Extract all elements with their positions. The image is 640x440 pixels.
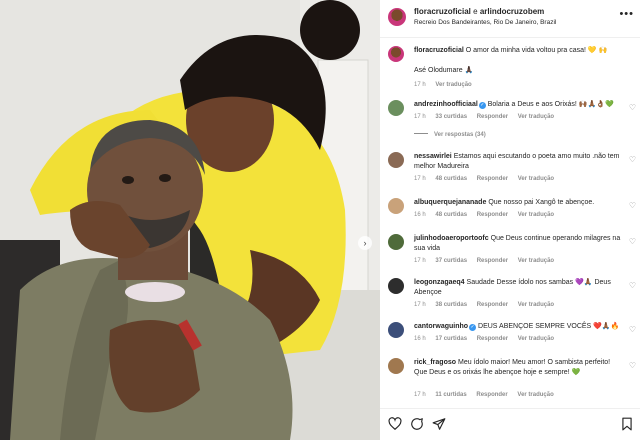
caption-line2: Asé Olodumare 🙏🏿 [414,67,474,74]
translate-button[interactable]: Ver tradução [518,176,554,182]
view-replies-label: Ver respostas (34) [434,132,486,138]
comment-text: julinhodoaeroportoofc Que Deus continue … [414,234,622,254]
translate-button[interactable]: Ver tradução [518,114,554,120]
reply-button[interactable]: Responder [477,258,508,264]
commenter-avatar[interactable] [388,278,404,294]
comment-like-heart-icon[interactable]: ♡ [629,362,636,370]
replies-divider [414,133,428,134]
reply-button[interactable]: Responder [477,114,508,120]
author-joiner: e [470,7,480,16]
reply-button[interactable]: Responder [476,392,507,398]
translate-button[interactable]: Ver tradução [517,392,553,398]
post-sidebar: floracruzoficial e arlindocruzobem Recre… [380,0,640,440]
comment-likes[interactable]: 11 curtidas [435,392,466,398]
author-names: floracruzoficial e arlindocruzobem [414,7,544,16]
comment-time: 17 h [414,114,426,120]
comment-like-heart-icon[interactable]: ♡ [629,156,636,164]
bookmark-icon[interactable] [620,417,634,431]
comment-text: cantorwaguinho ✓ DEUS ABENÇOE SEMPRE VOCÊ… [414,322,622,332]
comment-meta: 16 h 48 curtidas Responder Ver tradução [414,212,562,218]
comment-text: albuquerquejananade Que nosso pai Xangô … [414,198,622,208]
comment-likes[interactable]: 48 curtidas [435,176,467,182]
commenter-avatar[interactable] [388,100,404,116]
comment-like-heart-icon[interactable]: ♡ [629,326,636,334]
caption-username[interactable]: floracruzoficial [414,47,464,54]
verified-badge-icon: ✓ [478,102,486,109]
comment-like-heart-icon[interactable]: ♡ [629,104,636,112]
translate-button[interactable]: Ver tradução [518,302,554,308]
comment-meta: 17 h 37 curtidas Responder Ver tradução [414,258,562,264]
commenter-avatar[interactable] [388,234,404,250]
comment-body: Que nosso pai Xangô te abençoe. [488,199,595,206]
view-replies-button[interactable]: Ver respostas (34) [414,132,486,138]
translate-button[interactable]: Ver tradução [518,336,554,342]
comment-likes[interactable]: 38 curtidas [435,302,467,308]
post-location[interactable]: Recreio Dos Bandeirantes, Rio De Janeiro… [414,19,556,26]
reply-button[interactable]: Responder [477,302,508,308]
caption-meta: 17 h Ver tradução [414,82,480,88]
comment-username[interactable]: rick_fragoso [414,359,456,366]
author-username[interactable]: floracruzoficial [414,7,471,16]
chevron-right-icon[interactable]: › [358,236,372,250]
comment-like-heart-icon[interactable]: ♡ [629,202,636,210]
heart-icon[interactable] [388,417,402,431]
caption-translate[interactable]: Ver tradução [435,82,471,88]
comment-username[interactable]: cantorwaguinho [414,323,468,330]
comment-time: 16 h [414,212,426,218]
commenter-avatar[interactable] [388,322,404,338]
caption-avatar[interactable] [388,46,404,62]
comment-text: leogonzagaeq4 Saudade Desse ídolo nos sa… [414,278,622,298]
comment-text: nessawirlei Estamos aqui escutando o poe… [414,152,622,172]
share-icon[interactable] [432,417,446,431]
post-photo[interactable]: › [0,0,380,440]
comment-time: 17 h [414,258,426,264]
comment-body: DEUS ABENÇOE SEMPRE VOCÊS ❤️🙏🏾🔥 [478,323,620,330]
comment-meta: 16 h 17 curtidas Responder Ver tradução [414,336,562,342]
verified-badge-icon: ✓ [469,324,477,331]
commenter-avatar[interactable] [388,198,404,214]
comment-meta: 17 h 38 curtidas Responder Ver tradução [414,302,562,308]
author-avatar[interactable] [388,8,406,26]
translate-button[interactable]: Ver tradução [518,212,554,218]
translate-button[interactable]: Ver tradução [518,258,554,264]
comment-likes[interactable]: 37 curtidas [435,258,467,264]
comment-time: 17 h [414,302,426,308]
commenter-avatar[interactable] [388,152,404,168]
post-action-bar [380,408,640,440]
coauthor-username[interactable]: arlindocruzobem [480,7,544,16]
comment-time: 17 h [414,392,426,398]
comment-meta: 17 h 33 curtidas Responder Ver tradução [414,114,562,120]
comments-list[interactable]: floracruzoficial O amor da minha vida vo… [380,38,640,408]
comment-username[interactable]: leogonzagaeq4 [414,279,465,286]
caption-time: 17 h [414,82,426,88]
comment-text: andrezinhoofficiaal ✓ Bolaria a Deus e ao… [414,100,622,110]
comment-username[interactable]: andrezinhoofficiaal [414,101,478,108]
comment-like-heart-icon[interactable]: ♡ [629,282,636,290]
commenter-avatar[interactable] [388,358,404,374]
comment-meta: 17 h 48 curtidas Responder Ver tradução [414,176,562,182]
reply-button[interactable]: Responder [477,176,508,182]
comment-meta: 17 h 11 curtidas Responder Ver tradução [414,392,562,398]
comment-username[interactable]: nessawirlei [414,153,452,160]
caption-body: O amor da minha vida voltou pra casa! 💛 … [465,47,608,54]
comment-likes[interactable]: 48 curtidas [435,212,467,218]
post-header: floracruzoficial e arlindocruzobem Recre… [380,0,640,38]
comment-like-heart-icon[interactable]: ♡ [629,238,636,246]
post-photo-illustration [0,0,380,440]
more-horizontal-icon[interactable]: ••• [619,9,634,20]
comment-username[interactable]: julinhodoaeroportoofc [414,235,489,242]
comment-likes[interactable]: 33 curtidas [435,114,467,120]
comment-body: Bolaria a Deus e aos Orixás! 🙌🏾🙏🏾👌🏾💚 [487,101,614,108]
reply-button[interactable]: Responder [477,336,508,342]
reply-button[interactable]: Responder [477,212,508,218]
comment-time: 17 h [414,176,426,182]
comment-icon[interactable] [410,417,424,431]
caption-text: floracruzoficial O amor da minha vida vo… [414,46,622,56]
comment-likes[interactable]: 17 curtidas [435,336,467,342]
comment-text: rick_fragoso Meu ídolo maior! Meu amor! … [414,358,622,378]
comment-time: 16 h [414,336,426,342]
comment-username[interactable]: albuquerquejananade [414,199,486,206]
